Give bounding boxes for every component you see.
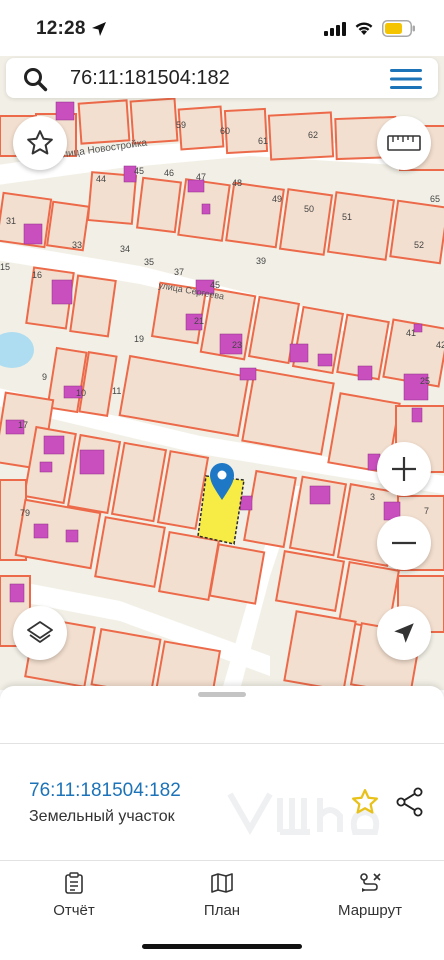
- layers-button[interactable]: [13, 606, 67, 660]
- lot-number: 51: [342, 212, 352, 222]
- tab-route-label: Маршрут: [338, 902, 402, 919]
- tab-report-label: Отчёт: [53, 902, 95, 919]
- location-arrow-icon: [92, 22, 106, 36]
- lot-number: 59: [176, 120, 186, 130]
- lot-number: 37: [174, 267, 184, 277]
- lot-number: 41: [406, 328, 416, 338]
- route-icon: [360, 873, 381, 892]
- search-input[interactable]: 76:11:181504:182: [70, 67, 230, 90]
- report-icon: [65, 872, 83, 894]
- lot-number: 49: [272, 194, 282, 204]
- lot-number: 79: [20, 508, 30, 518]
- lot-number: 17: [18, 420, 28, 430]
- parcel-info-sheet[interactable]: 76:11:181504:182 Земельный участок Отчёт…: [0, 686, 444, 960]
- tab-plan-label: План: [203, 902, 241, 919]
- watermark-logo: [227, 792, 380, 836]
- locate-button[interactable]: [377, 606, 431, 660]
- lot-number: 23: [232, 340, 242, 350]
- lot-number: 9: [42, 372, 47, 382]
- lot-number: 31: [6, 216, 16, 226]
- wifi-icon: [355, 22, 373, 35]
- tab-report[interactable]: Отчёт: [44, 872, 104, 920]
- search-icon[interactable]: [22, 66, 48, 92]
- lot-number: 62: [308, 130, 318, 140]
- lot-number: 35: [144, 257, 154, 267]
- status-time: 12:28: [36, 18, 86, 39]
- battery-icon: [382, 20, 415, 37]
- tab-route[interactable]: Маршрут: [330, 872, 410, 920]
- divider: [0, 860, 444, 861]
- lot-number: 3: [370, 492, 375, 502]
- hamburger-menu-icon[interactable]: [390, 69, 422, 89]
- zoom-out-button[interactable]: [377, 516, 431, 570]
- lot-number: 16: [32, 270, 42, 280]
- lot-number: 33: [72, 240, 82, 250]
- ruler-button[interactable]: [377, 116, 431, 170]
- ruler-icon: [387, 135, 421, 151]
- status-bar: 12:28: [0, 0, 444, 56]
- star-icon: [27, 130, 53, 155]
- cell-signal-icon: [324, 22, 346, 36]
- lot-number: 15: [0, 262, 10, 272]
- sheet-drag-handle[interactable]: [198, 692, 246, 697]
- parcel-type-label: Земельный участок: [29, 808, 175, 825]
- zoom-in-button[interactable]: [377, 442, 431, 496]
- lot-number: 47: [196, 172, 206, 182]
- layers-icon: [27, 621, 53, 643]
- plus-icon: [392, 457, 416, 481]
- search-bar[interactable]: 76:11:181504:182: [6, 58, 438, 98]
- lot-number: 21: [194, 316, 204, 326]
- divider: [0, 743, 444, 744]
- parcel-cadastral-number[interactable]: 76:11:181504:182: [29, 780, 181, 802]
- tab-plan[interactable]: План: [192, 872, 252, 920]
- cadastral-map[interactable]: улица Новостройка улица Сергеева 59 60 6…: [0, 56, 444, 690]
- lot-number: 61: [258, 136, 268, 146]
- lot-number: 10: [76, 388, 86, 398]
- lot-number: 50: [304, 204, 314, 214]
- lot-number: 39: [256, 256, 266, 266]
- lot-number: 48: [232, 178, 242, 188]
- favorite-map-button[interactable]: [13, 116, 67, 170]
- navigate-arrow-icon: [394, 623, 414, 643]
- lot-number: 52: [414, 240, 424, 250]
- lot-number: 34: [120, 244, 130, 254]
- lot-number: 46: [164, 168, 174, 178]
- lot-number: 19: [134, 334, 144, 344]
- lot-number: 25: [420, 376, 430, 386]
- lot-number: 44: [96, 174, 106, 184]
- lot-number: 11: [112, 386, 121, 396]
- lot-number: 45: [134, 166, 144, 176]
- share-icon[interactable]: [396, 787, 424, 817]
- minus-icon: [392, 541, 416, 545]
- lot-number: 65: [430, 194, 440, 204]
- lot-number: 7: [424, 506, 429, 516]
- star-icon[interactable]: [350, 787, 380, 817]
- lot-number: 42: [436, 340, 444, 350]
- map-plan-icon: [211, 873, 233, 893]
- home-indicator[interactable]: [142, 944, 302, 949]
- lot-number: 45: [210, 280, 220, 290]
- lot-number: 60: [220, 126, 230, 136]
